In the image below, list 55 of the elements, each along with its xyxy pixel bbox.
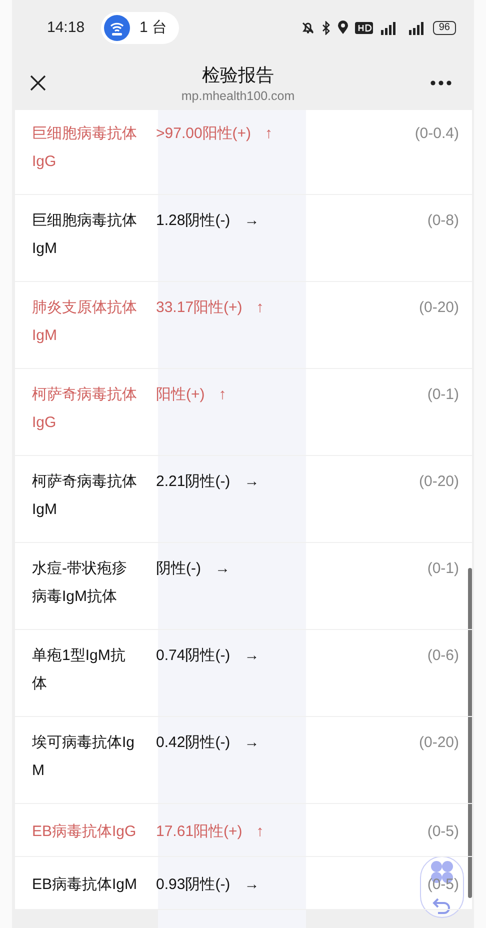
page-title: 检验报告 [202, 64, 274, 86]
reference-range: (0-5) [427, 823, 459, 841]
test-result: 0.74阴性(-) [156, 646, 230, 666]
reference-range: (0-1) [427, 386, 459, 404]
hd-icon [354, 22, 373, 34]
reference-range: (0-8) [427, 212, 459, 230]
battery-indicator: 96 [432, 20, 456, 34]
test-name: 肺炎支原体抗体IgM [32, 298, 138, 346]
trend-arrow: → [244, 212, 260, 229]
test-name: EB病毒抗体IgM [32, 875, 138, 895]
trend-arrow: → [244, 734, 260, 751]
test-result: 2.21阴性(-) [156, 472, 230, 492]
page-url: mp.mhealth100.com [181, 88, 295, 102]
test-name: 单疱1型IgM抗体 [32, 646, 126, 694]
more-icon [430, 80, 452, 86]
trend-arrow: ↑ [218, 386, 226, 403]
test-name: EB病毒抗体IgG [32, 822, 138, 842]
reference-range: (0-5) [427, 876, 459, 894]
test-name: 埃可病毒抗体IgM [32, 733, 136, 781]
test-name: 柯萨奇病毒抗体IgG [32, 385, 138, 433]
trend-arrow: → [244, 876, 260, 893]
reference-range: (0-0.4) [414, 125, 459, 143]
mute-bell-icon [300, 20, 315, 34]
test-name: 柯萨奇病毒抗体IgM [32, 472, 138, 520]
test-result: 17.61阳性(+) [156, 822, 242, 842]
clock: 14:18 [47, 19, 85, 36]
trend-arrow: ↑ [256, 299, 264, 316]
back-icon [432, 897, 452, 915]
reference-range: (0-20) [418, 734, 459, 752]
test-result: 阴性(-) [156, 559, 201, 579]
close-icon [30, 74, 46, 90]
reference-range: (0-1) [427, 560, 459, 578]
location-icon [336, 20, 349, 35]
test-name: 水痘-带状疱疹病毒IgM抗体 [32, 559, 128, 607]
trend-arrow: ↑ [256, 823, 264, 840]
hotspot-pill[interactable]: 1 台 [100, 12, 180, 44]
bluetooth-icon [320, 20, 331, 34]
trend-arrow: → [215, 560, 230, 577]
wifi-icon [104, 14, 130, 40]
test-result: 1.28阴性(-) [156, 211, 230, 231]
reference-range: (0-20) [418, 299, 459, 317]
reference-range: (0-6) [427, 647, 459, 665]
device-count: 1 台 [140, 18, 168, 37]
test-result: 0.42阴性(-) [156, 733, 230, 753]
test-result: 0.93阴性(-) [156, 875, 230, 895]
test-result: 33.17阳性(+) [156, 298, 242, 318]
trend-arrow: → [244, 647, 260, 664]
test-result: >97.00阳性(+) [156, 124, 252, 144]
test-result: 阳性(+) [156, 385, 205, 405]
test-name: 巨细胞病毒抗体IgM [32, 211, 138, 259]
reference-range: (0-20) [418, 473, 459, 491]
scrollbar[interactable] [468, 568, 472, 898]
trend-arrow: → [244, 473, 260, 490]
trend-arrow: ↑ [265, 125, 273, 142]
test-name: 巨细胞病毒抗体IgG [32, 124, 138, 172]
